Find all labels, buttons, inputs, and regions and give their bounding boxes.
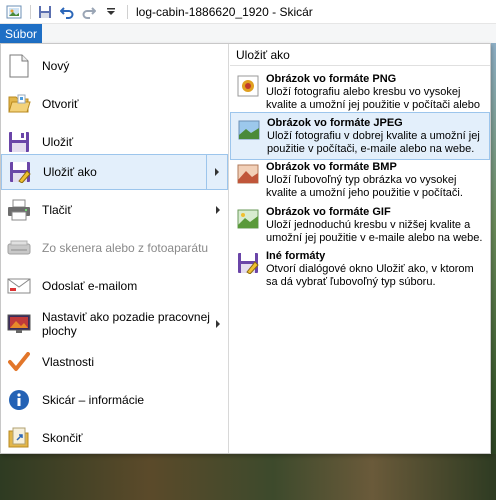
menu-item-label: Skicár – informácie xyxy=(42,393,145,407)
submenu-item-description: Uloží ľubovoľný typ obrázka vo vysokej k… xyxy=(266,174,463,199)
new-document-icon xyxy=(7,54,31,78)
window-title: log-cabin-1886620_1920 - Skicár xyxy=(136,4,313,19)
gif-image-icon xyxy=(236,207,260,231)
quick-access-separator xyxy=(30,4,31,19)
file-menu-commands: Nový Otvoriť Uložiť Uložiť ako Tlačiť Zo… xyxy=(1,44,229,453)
menu-item-from-scanner[interactable]: Zo skenera alebo z fotoaparátu xyxy=(1,230,228,266)
submenu-arrow-icon xyxy=(216,320,220,328)
menu-item-set-desktop-background[interactable]: Nastaviť ako pozadie pracovnej plochy xyxy=(1,306,228,342)
menu-item-save-as[interactable]: Uložiť ako xyxy=(1,154,228,190)
save-icon[interactable] xyxy=(37,4,53,20)
ribbon-tab-row: Súbor xyxy=(0,24,496,43)
submenu-item-title: Obrázok vo formáte PNG xyxy=(266,73,397,85)
file-menu: Nový Otvoriť Uložiť Uložiť ako Tlačiť Zo… xyxy=(0,43,491,454)
scanner-icon xyxy=(7,236,31,260)
menu-item-label: Skončiť xyxy=(42,431,83,445)
save-as-jpeg[interactable]: Obrázok vo formáte JPEG Uloží fotografiu… xyxy=(230,112,490,160)
save-as-gif[interactable]: Obrázok vo formáte GIF Uloží jednoduchú … xyxy=(230,202,490,248)
checkmark-icon xyxy=(7,350,31,374)
submenu-arrow-icon xyxy=(216,206,220,214)
submenu-header: Uložiť ako xyxy=(230,44,490,66)
save-as-submenu: Uložiť ako Obrázok vo formáte PNG Uloží … xyxy=(230,44,490,453)
submenu-item-description: Uloží fotografiu v dobrej kvalite a umož… xyxy=(267,130,480,155)
submenu-item-title: Obrázok vo formáte JPEG xyxy=(267,117,403,129)
menu-item-label: Nastaviť ako pozadie pracovnej plochy xyxy=(42,310,210,338)
menu-item-new[interactable]: Nový xyxy=(1,48,228,84)
menu-item-label: Uložiť ako xyxy=(43,165,97,179)
save-icon xyxy=(7,130,31,154)
menu-item-label: Otvoriť xyxy=(42,97,79,111)
menu-item-label: Odoslať e-mailom xyxy=(42,279,138,293)
menu-item-label: Nový xyxy=(42,59,70,73)
redo-icon[interactable] xyxy=(81,4,97,20)
png-image-icon xyxy=(236,74,260,98)
other-formats-icon xyxy=(236,251,260,275)
submenu-item-title: Obrázok vo formáte BMP xyxy=(266,161,397,173)
menu-item-about[interactable]: Skicár – informácie xyxy=(1,382,228,418)
dropdown-icon[interactable] xyxy=(103,4,119,20)
menu-item-open[interactable]: Otvoriť xyxy=(1,86,228,122)
printer-icon xyxy=(7,198,31,222)
email-icon xyxy=(7,274,31,298)
menu-item-label: Uložiť xyxy=(42,135,74,149)
menu-item-label: Zo skenera alebo z fotoaparátu xyxy=(42,241,209,255)
undo-icon[interactable] xyxy=(59,4,75,20)
menu-item-label: Tlačiť xyxy=(42,203,72,217)
jpeg-image-icon xyxy=(237,118,261,142)
submenu-item-title: Iné formáty xyxy=(266,250,326,262)
menu-item-properties[interactable]: Vlastnosti xyxy=(1,344,228,380)
exit-icon xyxy=(7,426,31,450)
title-bar: log-cabin-1886620_1920 - Skicár xyxy=(0,0,496,24)
submenu-arrow-icon xyxy=(215,168,219,176)
menu-item-exit[interactable]: Skončiť xyxy=(1,420,228,456)
submenu-item-description: Otvorí dialógové okno Uložiť ako, v ktor… xyxy=(266,263,474,288)
desktop-background-icon xyxy=(7,312,31,336)
menu-item-print[interactable]: Tlačiť xyxy=(1,192,228,228)
menu-item-label: Vlastnosti xyxy=(42,355,95,369)
canvas-image-bottom-edge[interactable] xyxy=(0,454,496,500)
menu-item-email[interactable]: Odoslať e-mailom xyxy=(1,268,228,304)
submenu-item-description: Uloží jednoduchú kresbu v nižšej kvalite… xyxy=(266,219,483,244)
save-as-other-formats[interactable]: Iné formáty Otvorí dialógové okno Uložiť… xyxy=(230,246,490,292)
info-icon xyxy=(7,388,31,412)
save-as-bmp[interactable]: Obrázok vo formáte BMP Uloží ľubovoľný t… xyxy=(230,157,490,203)
bmp-image-icon xyxy=(236,162,260,186)
submenu-item-title: Obrázok vo formáte GIF xyxy=(266,206,391,218)
save-as-icon xyxy=(8,160,32,184)
file-tab[interactable]: Súbor xyxy=(0,24,42,43)
title-separator xyxy=(127,4,128,19)
open-folder-icon xyxy=(7,92,31,116)
paint-app-icon[interactable] xyxy=(6,4,22,20)
